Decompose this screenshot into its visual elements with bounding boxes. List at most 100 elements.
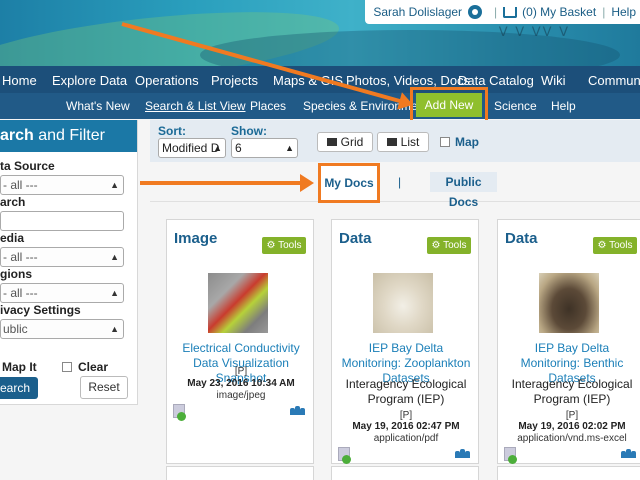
tools-label: Tools bbox=[609, 240, 633, 251]
nav-data-catalog[interactable]: Data Catalog bbox=[458, 73, 534, 88]
map-checkbox[interactable]: Map bbox=[440, 135, 479, 149]
card-mime: application/vnd.ms-excel bbox=[517, 433, 627, 444]
help-link[interactable]: Help bbox=[611, 5, 636, 19]
divider: | bbox=[494, 5, 498, 19]
download-icon[interactable] bbox=[504, 447, 517, 464]
birds-graphic: ᐯ ᐯ ᐯᐯ ᐯ bbox=[498, 24, 570, 39]
list-label: List bbox=[400, 135, 420, 149]
clear-label: Clear bbox=[78, 360, 109, 374]
public-docs-tab[interactable]: Public Docs bbox=[430, 172, 497, 209]
map-it-checkbox[interactable]: Map It bbox=[2, 360, 37, 374]
share-icon[interactable] bbox=[455, 449, 470, 458]
tools-label: Tools bbox=[443, 240, 467, 251]
sidebar-title: arch and Filter bbox=[0, 120, 137, 152]
divider: | bbox=[602, 5, 606, 19]
card-mime: image/jpeg bbox=[216, 390, 266, 401]
card-type: Image bbox=[174, 230, 218, 247]
regions-value: - all --- bbox=[3, 286, 38, 300]
nav-operations[interactable]: Operations bbox=[135, 73, 199, 88]
share-icon[interactable] bbox=[290, 406, 305, 415]
card-type: Data bbox=[339, 230, 372, 247]
data-source-select[interactable]: - all --- ▲ bbox=[0, 175, 124, 195]
reset-button[interactable]: Reset bbox=[80, 376, 128, 399]
sort-value: Modified D bbox=[162, 141, 220, 155]
nav-photos-videos-docs[interactable]: Photos, Videos, Docs bbox=[346, 73, 470, 88]
media-select[interactable]: - all --- ▲ bbox=[0, 247, 124, 267]
tools-button[interactable]: ⚙ Tools bbox=[262, 237, 306, 254]
add-new-button[interactable]: Add New bbox=[416, 93, 482, 117]
doc-card[interactable]: Image ⚙ Tools Electrical Conductivity Da… bbox=[166, 219, 314, 464]
privacy-value: ublic bbox=[3, 322, 28, 336]
regions-select[interactable]: - all --- ▲ bbox=[0, 283, 124, 303]
show-select[interactable]: 6 ▲ bbox=[231, 138, 298, 158]
card-thumbnail[interactable] bbox=[373, 273, 433, 333]
media-label: edia bbox=[0, 231, 25, 245]
card-thumbnail[interactable] bbox=[208, 273, 268, 333]
data-source-value: - all --- bbox=[3, 178, 38, 192]
checkbox-box[interactable] bbox=[440, 137, 450, 147]
nav-projects[interactable]: Projects bbox=[211, 73, 258, 88]
privacy-tag: [P] bbox=[234, 366, 248, 377]
grid-icon bbox=[326, 138, 337, 146]
tab-separator: | bbox=[398, 175, 402, 189]
download-icon[interactable] bbox=[173, 404, 186, 421]
tools-label: Tools bbox=[278, 240, 302, 251]
clear-checkbox[interactable]: Clear bbox=[62, 360, 108, 374]
subnav-whats-new[interactable]: What's New bbox=[66, 99, 130, 113]
tools-button[interactable]: ⚙ Tools bbox=[427, 237, 471, 254]
doc-card-next[interactable] bbox=[166, 466, 314, 480]
regions-label: gions bbox=[0, 267, 32, 281]
card-mime: application/pdf bbox=[373, 433, 439, 444]
basket-link[interactable]: (0) My Basket bbox=[522, 5, 596, 19]
checkbox-box[interactable] bbox=[62, 362, 72, 372]
chevron-updown-icon: ▲ bbox=[110, 252, 119, 262]
card-org: Interagency Ecological Program (IEP) bbox=[345, 377, 467, 406]
privacy-tag: [P] bbox=[565, 410, 579, 421]
sidebar-title-bold: arch bbox=[0, 127, 34, 144]
doc-card-next[interactable] bbox=[331, 466, 479, 480]
search-button[interactable]: earch bbox=[0, 377, 38, 399]
card-date: May 19, 2016 02:47 PM bbox=[352, 421, 460, 432]
grid-view-button[interactable]: Grid bbox=[317, 132, 373, 152]
list-view-button[interactable]: List bbox=[377, 132, 429, 152]
doc-card-next[interactable] bbox=[497, 466, 640, 480]
chevron-updown-icon: ▲ bbox=[110, 288, 119, 298]
doc-card[interactable]: Data ⚙ Tools IEP Bay Delta Monitoring: Z… bbox=[331, 219, 479, 464]
media-value: - all --- bbox=[3, 250, 38, 264]
sidebar-title-rest: and Filter bbox=[33, 127, 105, 144]
share-icon[interactable] bbox=[621, 449, 636, 458]
privacy-label: ivacy Settings bbox=[0, 303, 81, 317]
search-label: arch bbox=[0, 195, 26, 209]
card-date: May 19, 2016 02:02 PM bbox=[518, 421, 626, 432]
card-date: May 23, 2016 10:34 AM bbox=[187, 378, 295, 389]
card-thumbnail[interactable] bbox=[539, 273, 599, 333]
nav-wiki[interactable]: Wiki bbox=[541, 73, 566, 88]
map-label: Map bbox=[455, 135, 479, 149]
subnav-science[interactable]: Science bbox=[494, 99, 537, 113]
privacy-tag: [P] bbox=[399, 410, 413, 421]
my-docs-tab[interactable]: My Docs bbox=[318, 176, 380, 190]
search-input[interactable] bbox=[0, 211, 124, 231]
chevron-updown-icon: ▲ bbox=[285, 143, 294, 153]
show-value: 6 bbox=[235, 141, 242, 155]
sort-select[interactable]: Modified D ▲ bbox=[158, 138, 226, 158]
list-icon bbox=[386, 138, 397, 146]
show-label: Show: bbox=[231, 124, 267, 138]
nav-home[interactable]: Home bbox=[2, 73, 37, 88]
card-org: Interagency Ecological Program (IEP) bbox=[511, 377, 633, 406]
subnav-help[interactable]: Help bbox=[551, 99, 576, 113]
doc-card[interactable]: Data ⚙ Tools IEP Bay Delta Monitoring: B… bbox=[497, 219, 640, 464]
chevron-updown-icon: ▲ bbox=[110, 180, 119, 190]
cart-icon[interactable] bbox=[503, 6, 518, 18]
user-bar: Sarah Dolislager | (0) My Basket | Help bbox=[365, 0, 640, 24]
subnav-places[interactable]: Places bbox=[250, 99, 286, 113]
nav-community[interactable]: Community bbox=[588, 73, 640, 88]
subnav-search-list-view[interactable]: Search & List View bbox=[145, 99, 246, 113]
gear-icon[interactable] bbox=[468, 5, 483, 19]
download-icon[interactable] bbox=[338, 447, 351, 464]
nav-explore-data[interactable]: Explore Data bbox=[52, 73, 127, 88]
grid-label: Grid bbox=[340, 135, 364, 149]
user-name[interactable]: Sarah Dolislager bbox=[373, 5, 462, 19]
privacy-select[interactable]: ublic ▲ bbox=[0, 319, 124, 339]
tools-button[interactable]: ⚙ Tools bbox=[593, 237, 637, 254]
